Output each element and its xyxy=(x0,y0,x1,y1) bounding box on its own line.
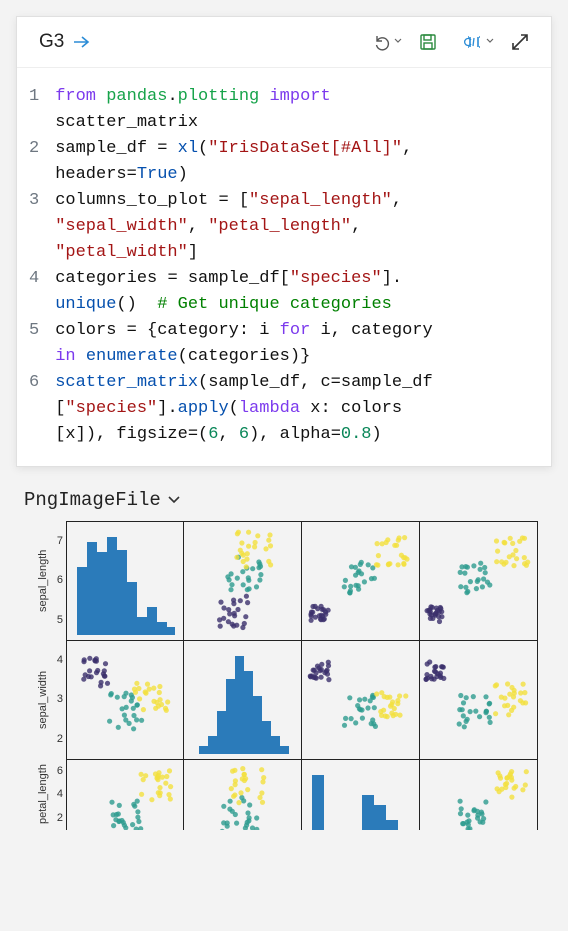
cell-2-3-scatter xyxy=(420,760,538,830)
cell-2-0-scatter xyxy=(66,760,184,830)
scatter-matrix-chart: sepal_length 7 6 5 xyxy=(36,521,552,830)
toolbar: G3 xyxy=(17,17,551,68)
ylabel-petal-length: petal_length xyxy=(36,759,50,830)
cell-0-1-scatter xyxy=(184,522,302,640)
line-gutter: 1 2 3 4 5 6 xyxy=(21,84,55,448)
expand-button[interactable] xyxy=(503,27,537,57)
cell-2-2-hist xyxy=(302,760,420,830)
code-content[interactable]: from pandas.plotting import scatter_matr… xyxy=(55,84,541,448)
cell-0-3-scatter xyxy=(420,522,538,640)
yticks-sepal-length: 7 6 5 xyxy=(50,521,66,640)
reference-button[interactable] xyxy=(451,27,497,57)
goto-arrow-icon[interactable] xyxy=(72,33,92,51)
output-type-dropdown[interactable]: PngImageFile xyxy=(16,483,552,521)
yticks-sepal-width: 4 3 2 xyxy=(50,640,66,759)
code-editor-panel: G3 1 2 3 4 5 xyxy=(16,16,552,467)
ylabel-sepal-width: sepal_width xyxy=(36,640,50,759)
yticks-petal-length: 6 4 2 xyxy=(50,759,66,830)
cell-0-0-hist xyxy=(66,522,184,640)
cell-reference: G3 xyxy=(39,31,64,53)
cell-1-1-hist xyxy=(184,641,302,759)
chevron-down-icon xyxy=(167,494,181,506)
cell-1-3-scatter xyxy=(420,641,538,759)
cell-2-1-scatter xyxy=(184,760,302,830)
save-button[interactable] xyxy=(411,27,445,57)
cell-1-0-scatter xyxy=(66,641,184,759)
undo-button[interactable] xyxy=(359,27,405,57)
ylabel-sepal-length: sepal_length xyxy=(36,521,50,640)
output-type-label: PngImageFile xyxy=(24,489,161,511)
code-editor[interactable]: 1 2 3 4 5 6 from pandas.plotting import … xyxy=(17,68,551,466)
output-area: PngImageFile sepal_length 7 6 5 xyxy=(16,483,552,830)
cell-0-2-scatter xyxy=(302,522,420,640)
cell-1-2-scatter xyxy=(302,641,420,759)
